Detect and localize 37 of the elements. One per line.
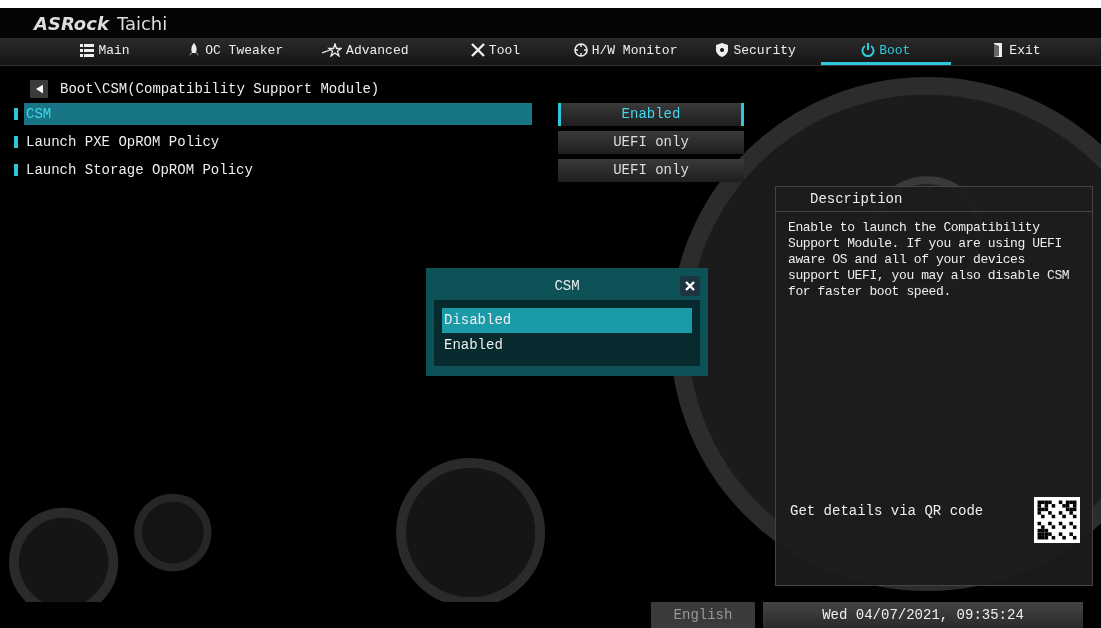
menu-tab[interactable]: Exit (950, 38, 1081, 65)
qr-code-icon (1034, 497, 1080, 543)
qr-caption: Get details via QR code (790, 502, 984, 519)
date-time: Wed 04/07/2021, 09:35:24 (763, 602, 1083, 628)
option-item[interactable]: Enabled (442, 333, 692, 358)
product-name: Taichi (116, 12, 168, 34)
menu-tab[interactable]: H/W Monitor (560, 38, 691, 65)
setting-label[interactable]: Launch PXE OpROM Policy (24, 131, 532, 153)
menu-tab[interactable]: Main (40, 38, 171, 65)
setting-value-button[interactable]: Enabled (558, 102, 744, 126)
tools-icon (470, 43, 485, 57)
breadcrumb-path: Boot\CSM(Compatibility Support Module) (60, 81, 380, 97)
close-icon (685, 281, 695, 291)
row-marker (14, 108, 18, 120)
description-title: Description (776, 187, 1092, 212)
star-icon (322, 43, 343, 57)
language-button[interactable]: English (651, 602, 755, 628)
left-arrow-icon (35, 84, 43, 94)
setting-value-button[interactable]: UEFI only (558, 130, 744, 154)
row-marker (14, 136, 18, 148)
menu-tab[interactable]: Boot (820, 38, 951, 65)
gauge-icon (573, 43, 588, 57)
menu-tab[interactable]: Tool (430, 38, 561, 65)
list-icon (80, 43, 95, 57)
shield-icon (715, 43, 730, 57)
setting-label[interactable]: Launch Storage OpROM Policy (24, 159, 532, 181)
close-button[interactable] (680, 276, 700, 296)
popup-title: CSM (554, 278, 580, 294)
menu-tab[interactable]: OC Tweaker (170, 38, 301, 65)
menu-tab[interactable]: Advanced (300, 38, 431, 65)
row-marker (14, 164, 18, 176)
description-text: Enable to launch the Compatibility Support Module. If you are using UEFI aware OS and all of your devices support UEFI, you may also disable CSM for faster boot speed. (788, 220, 1071, 301)
back-button[interactable] (30, 80, 48, 98)
menu-tab[interactable]: Security (690, 38, 821, 65)
setting-value-button[interactable]: UEFI only (558, 158, 744, 182)
power-icon (861, 43, 876, 57)
brand-logo: ASRock (34, 12, 109, 34)
